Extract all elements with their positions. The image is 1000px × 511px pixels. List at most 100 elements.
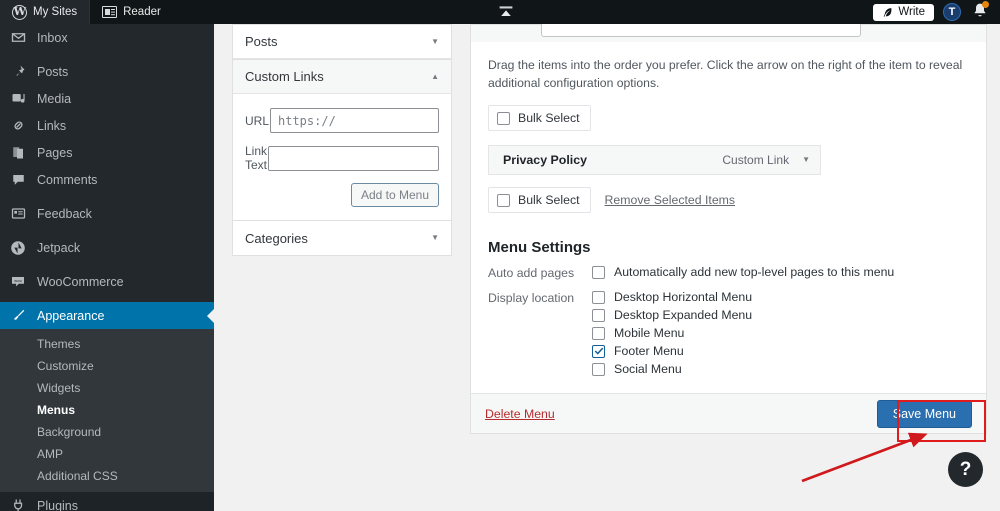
link-text-input[interactable] [268, 145, 439, 171]
accordion-custom-links: Custom Links ▲ URL Link Text Add to Menu [232, 60, 452, 221]
masterbar-my-sites[interactable]: W My Sites [0, 0, 90, 24]
location-label: Desktop Horizontal Menu [614, 290, 753, 305]
sidebar-item-media[interactable]: Media [0, 85, 214, 112]
location-checkbox-checked[interactable] [592, 344, 605, 358]
location-option-social[interactable]: Social Menu [592, 362, 752, 376]
sidebar-subitem-menus[interactable]: Menus [0, 399, 214, 421]
url-input[interactable] [270, 108, 439, 133]
jetpack-icon [9, 239, 27, 257]
location-option-mobile[interactable]: Mobile Menu [592, 326, 752, 340]
sidebar-item-label: Inbox [37, 30, 68, 45]
sidebar-item-woocommerce[interactable]: woo WooCommerce [0, 268, 214, 295]
menu-editor-footer: Delete Menu Save Menu [471, 393, 986, 434]
save-menu-button[interactable]: Save Menu [876, 399, 972, 428]
menu-editor-body: Drag the items into the order you prefer… [471, 42, 986, 376]
sidebar-item-links[interactable]: Links [0, 112, 214, 139]
location-option-desktop-expanded[interactable]: Desktop Expanded Menu [592, 308, 752, 322]
masterbar: W My Sites Reader Write T [0, 0, 1000, 24]
bulk-select-top-checkbox[interactable] [497, 111, 510, 125]
sidebar-item-label: Posts [37, 64, 69, 79]
add-menu-items-panel: Posts ▼ Custom Links ▲ URL Link Text Add [232, 24, 452, 256]
chevron-down-icon[interactable]: ▼ [802, 156, 810, 164]
accordion-title: Custom Links [245, 69, 324, 84]
wordpress-logo-icon: W [12, 4, 27, 20]
sidebar-subitem-themes[interactable]: Themes [0, 333, 214, 355]
bulk-select-top-button[interactable]: Bulk Select [488, 105, 591, 132]
sidebar-item-plugins[interactable]: Plugins [0, 492, 214, 511]
add-to-menu-row: Add to Menu [245, 183, 439, 207]
sidebar-item-feedback[interactable]: Feedback [0, 200, 214, 227]
add-to-menu-button[interactable]: Add to Menu [350, 183, 439, 207]
bulk-actions-row: Bulk Select Remove Selected Items [488, 187, 969, 214]
chevron-down-icon: ▼ [431, 36, 439, 46]
display-location-options: Desktop Horizontal Menu Desktop Expanded… [592, 290, 752, 376]
delete-menu-link[interactable]: Delete Menu [485, 407, 555, 421]
link-text-field-row: Link Text [245, 144, 439, 172]
location-option-footer[interactable]: Footer Menu [592, 344, 752, 358]
sidebar-item-posts[interactable]: Posts [0, 58, 214, 85]
accordion-header-posts[interactable]: Posts ▼ [233, 25, 451, 59]
location-checkbox[interactable] [592, 326, 605, 340]
wordpress-admin-screen: W My Sites Reader Write T Inbox Posts Me… [0, 0, 1000, 511]
sidebar-subitem-customize[interactable]: Customize [0, 355, 214, 377]
submenu-label: Menus [37, 403, 76, 417]
sidebar-subitem-widgets[interactable]: Widgets [0, 377, 214, 399]
sidebar-subitem-additional-css[interactable]: Additional CSS [0, 465, 214, 487]
accordion-header-categories[interactable]: Categories ▼ [233, 221, 451, 255]
sidebar-item-inbox[interactable]: Inbox [0, 24, 214, 51]
auto-add-pages-checkbox[interactable] [592, 265, 605, 279]
accordion-title: Posts [245, 34, 278, 49]
submenu-label: AMP [37, 447, 64, 461]
location-label: Footer Menu [614, 344, 684, 359]
sidebar-subitem-amp[interactable]: AMP [0, 443, 214, 465]
bulk-select-bottom-label: Bulk Select [518, 193, 580, 208]
remove-selected-items-link[interactable]: Remove Selected Items [605, 193, 736, 207]
url-label: URL [245, 113, 270, 128]
sidebar-subitem-background[interactable]: Background [0, 421, 214, 443]
auto-add-pages-option-label: Automatically add new top-level pages to… [614, 265, 895, 280]
bulk-select-bottom-button[interactable]: Bulk Select [488, 187, 591, 214]
quill-icon [884, 7, 892, 17]
submenu-label: Themes [37, 337, 81, 351]
location-checkbox[interactable] [592, 308, 605, 322]
sidebar-item-appearance[interactable]: Appearance [0, 302, 214, 329]
menu-name-strip [470, 9, 987, 42]
location-label: Mobile Menu [614, 326, 685, 341]
help-button[interactable]: ? [948, 452, 983, 487]
custom-links-form: URL Link Text Add to Menu [233, 94, 451, 220]
avatar[interactable]: T [943, 3, 961, 21]
sidebar-item-comments[interactable]: Comments [0, 166, 214, 193]
notifications-button[interactable] [972, 0, 989, 23]
location-checkbox[interactable] [592, 290, 605, 304]
location-checkbox[interactable] [592, 362, 605, 376]
collapse-icon[interactable] [497, 4, 515, 20]
bulk-select-bottom-checkbox[interactable] [497, 193, 510, 207]
sidebar-item-label: Appearance [37, 308, 105, 323]
sidebar-item-jetpack[interactable]: Jetpack [0, 234, 214, 261]
woocommerce-icon: woo [9, 273, 27, 291]
admin-sidebar: Inbox Posts Media Links Pages Comments F… [0, 24, 214, 511]
display-location-row: Display location Desktop Horizontal Menu… [488, 290, 969, 376]
write-button[interactable]: Write [873, 3, 934, 21]
display-location-label: Display location [488, 291, 575, 306]
accordion-title: Categories [245, 230, 308, 246]
camera-icon [9, 90, 27, 108]
masterbar-reader[interactable]: Reader [90, 0, 173, 24]
reader-icon [102, 6, 118, 18]
my-sites-label: My Sites [33, 6, 78, 18]
sidebar-item-pages[interactable]: Pages [0, 139, 214, 166]
reader-label: Reader [123, 6, 161, 18]
chevron-up-icon: ▲ [431, 71, 439, 81]
auto-add-pages-label: Auto add pages [488, 266, 575, 281]
location-option-desktop-horizontal[interactable]: Desktop Horizontal Menu [592, 290, 752, 304]
menu-item-privacy-policy[interactable]: Privacy Policy Custom Link ▼ [488, 145, 821, 176]
auto-add-pages-option[interactable]: Automatically add new top-level pages to… [592, 265, 894, 279]
comment-icon [9, 171, 27, 189]
pin-icon [9, 63, 27, 81]
accordion-header-custom-links[interactable]: Custom Links ▲ [233, 60, 451, 94]
